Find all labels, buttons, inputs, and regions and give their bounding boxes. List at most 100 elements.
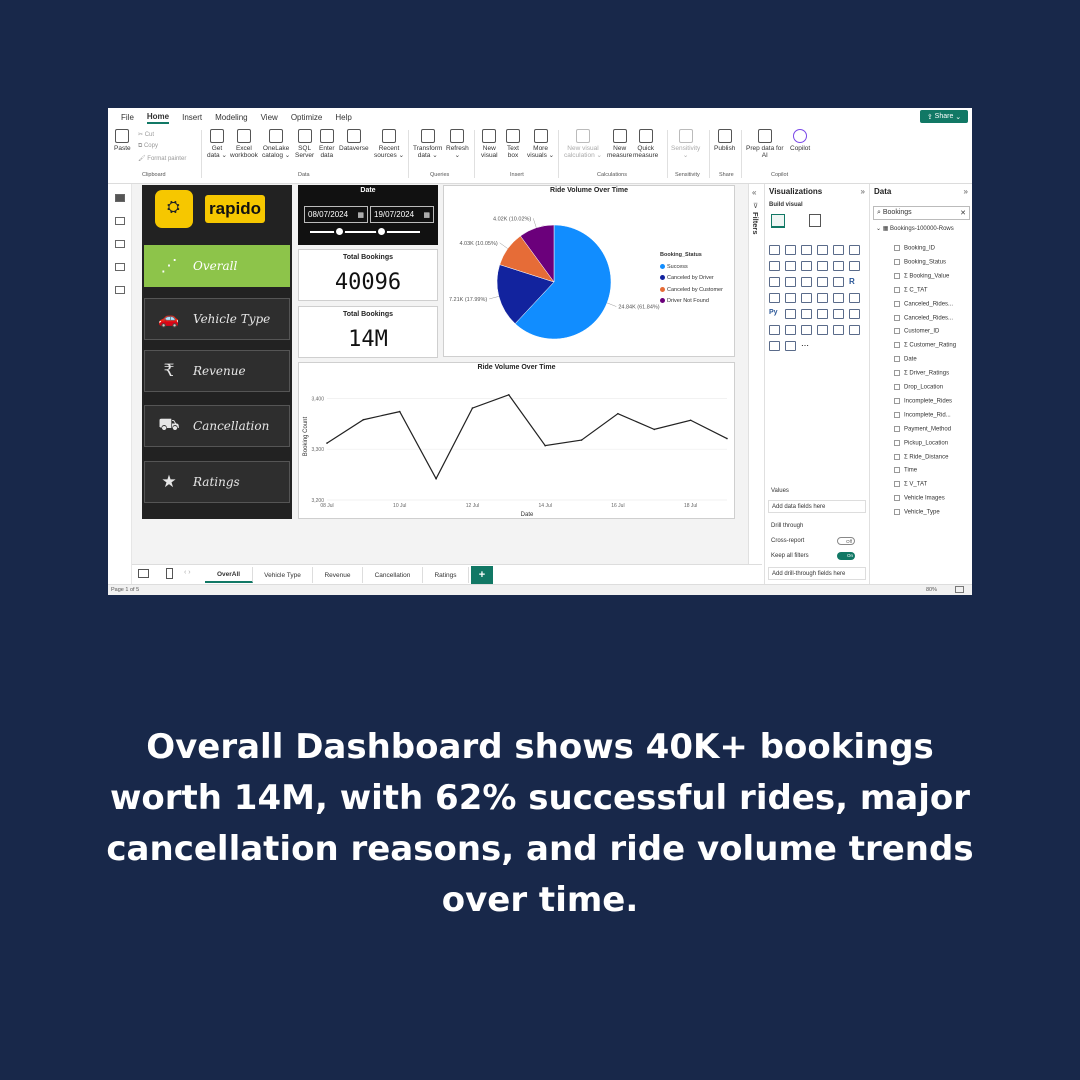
field-checkbox[interactable]: [894, 425, 900, 432]
visual-type-icon[interactable]: R: [849, 277, 860, 287]
field-item[interactable]: Time: [894, 467, 917, 474]
filters-pane[interactable]: « ⊽ Filters: [748, 184, 764, 584]
format-visual-icon[interactable]: [809, 214, 821, 227]
visual-type-icon[interactable]: [801, 245, 812, 255]
cross-report-toggle[interactable]: Off: [837, 537, 855, 545]
visual-type-icon[interactable]: [817, 293, 828, 303]
field-checkbox[interactable]: [894, 328, 900, 335]
nav-vehicle-type-button[interactable]: 🚗 Vehicle Type: [144, 298, 290, 340]
field-checkbox[interactable]: [894, 439, 900, 446]
field-item[interactable]: Booking_Status: [894, 258, 946, 265]
field-item[interactable]: Booking_ID: [894, 245, 935, 252]
visual-type-icon[interactable]: [833, 277, 844, 287]
visual-type-icon[interactable]: [769, 261, 780, 271]
keep-filters-toggle[interactable]: On: [837, 552, 855, 560]
field-checkbox[interactable]: [894, 342, 900, 349]
visual-type-icon[interactable]: [801, 261, 812, 271]
visual-type-icon[interactable]: [817, 325, 828, 335]
visual-type-icon[interactable]: [817, 277, 828, 287]
field-checkbox[interactable]: [894, 286, 900, 293]
menu-file[interactable]: File: [121, 111, 134, 122]
field-item[interactable]: Pickup_Location: [894, 439, 948, 446]
legend-item-canceled-customer[interactable]: Canceled by Customer: [660, 285, 723, 297]
visual-type-icon[interactable]: [785, 293, 796, 303]
field-item[interactable]: Σ Customer_Rating: [894, 342, 956, 349]
field-checkbox[interactable]: [894, 370, 900, 377]
field-item[interactable]: Incomplete_Rid...: [894, 411, 951, 418]
menu-optimize[interactable]: Optimize: [291, 111, 323, 122]
field-item[interactable]: Σ V_TAT: [894, 481, 927, 488]
menu-insert[interactable]: Insert: [182, 111, 202, 122]
values-drop-zone[interactable]: Add data fields here: [768, 500, 866, 513]
transform-data-button[interactable]: Transform data ⌄: [413, 129, 442, 159]
visual-type-icon[interactable]: [801, 325, 812, 335]
excel-workbook-button[interactable]: Excel workbook: [230, 129, 258, 159]
sensitivity-button[interactable]: Sensitivity ⌄: [671, 129, 700, 159]
visual-type-icon[interactable]: [769, 245, 780, 255]
table-node[interactable]: ⌄ ▦ Bookings-100000-Rows: [876, 225, 954, 232]
sql-server-button[interactable]: SQL Server: [295, 129, 314, 159]
field-item[interactable]: Date: [894, 356, 917, 363]
get-data-button[interactable]: Get data ⌄: [207, 129, 227, 159]
menu-help[interactable]: Help: [335, 111, 351, 122]
table-view-icon[interactable]: [115, 217, 125, 225]
field-checkbox[interactable]: [894, 453, 900, 460]
field-checkbox[interactable]: [894, 467, 900, 474]
field-checkbox[interactable]: [894, 258, 900, 265]
field-item[interactable]: Incomplete_Rides: [894, 397, 952, 404]
visual-type-icon[interactable]: [801, 309, 812, 319]
field-item[interactable]: Vehicle_Type: [894, 509, 940, 516]
recent-sources-button[interactable]: Recent sources ⌄: [374, 129, 404, 159]
desktop-layout-icon[interactable]: [138, 569, 149, 578]
add-page-button[interactable]: +: [471, 566, 493, 584]
page-tab-overall[interactable]: OverAll: [205, 567, 253, 583]
publish-button[interactable]: Publish: [714, 129, 735, 152]
new-visual-calculation-button[interactable]: New visual calculation ⌄: [564, 129, 602, 159]
expand-right-icon[interactable]: »: [861, 187, 865, 196]
field-checkbox[interactable]: [894, 411, 900, 418]
visual-type-icon[interactable]: [817, 245, 828, 255]
start-date-input[interactable]: 08/07/2024 ▦: [304, 206, 368, 223]
visual-type-icon[interactable]: [785, 341, 796, 351]
visual-type-icon[interactable]: [769, 325, 780, 335]
collapse-left-icon[interactable]: «: [752, 188, 756, 197]
field-checkbox[interactable]: [894, 397, 900, 404]
menu-view[interactable]: View: [261, 111, 278, 122]
visual-type-icon[interactable]: Py: [769, 309, 780, 319]
field-item[interactable]: Σ Ride_Distance: [894, 453, 948, 460]
copilot-button[interactable]: Copilot: [790, 129, 810, 152]
visual-type-icon[interactable]: ⋯: [801, 341, 812, 351]
field-item[interactable]: Σ Booking_Value: [894, 272, 949, 279]
field-checkbox[interactable]: [894, 300, 900, 307]
visual-type-icon[interactable]: [801, 293, 812, 303]
new-visual-button[interactable]: New visual: [481, 129, 498, 159]
text-box-button[interactable]: Text box: [506, 129, 520, 159]
report-view-icon[interactable]: [115, 194, 125, 202]
menu-home[interactable]: Home: [146, 110, 170, 124]
dataverse-button[interactable]: Dataverse: [339, 129, 369, 152]
visual-type-icon[interactable]: [833, 325, 844, 335]
mobile-layout-icon[interactable]: [166, 568, 173, 579]
cut-button[interactable]: ✂ Cut: [138, 131, 154, 138]
visual-type-icon[interactable]: [769, 277, 780, 287]
field-checkbox[interactable]: [894, 314, 900, 321]
data-search-input[interactable]: ⌕ Bookings ✕: [873, 206, 970, 220]
page-tab-ratings[interactable]: Ratings: [423, 567, 469, 583]
field-checkbox[interactable]: [894, 495, 900, 502]
clear-search-icon[interactable]: ✕: [960, 209, 966, 217]
page-tab-vehicle-type[interactable]: Vehicle Type: [253, 567, 313, 583]
slider-end-handle[interactable]: [375, 226, 387, 237]
nav-overall-button[interactable]: ⋰ Overall: [144, 245, 290, 287]
visual-type-icon[interactable]: [833, 261, 844, 271]
visual-type-icon[interactable]: [849, 293, 860, 303]
pie-chart-visual[interactable]: Ride Volume Over Time 24.84K (61.84%) 7.2…: [443, 185, 735, 357]
visual-type-icon[interactable]: [833, 293, 844, 303]
field-item[interactable]: Σ Driver_Ratings: [894, 370, 949, 377]
visual-type-icon[interactable]: [769, 341, 780, 351]
field-item[interactable]: Vehicle Images: [894, 495, 945, 502]
field-checkbox[interactable]: [894, 272, 900, 279]
field-checkbox[interactable]: [894, 384, 900, 390]
visual-type-icon[interactable]: [833, 309, 844, 319]
tmdl-view-icon[interactable]: [115, 286, 125, 294]
visual-type-icon[interactable]: [785, 277, 796, 287]
